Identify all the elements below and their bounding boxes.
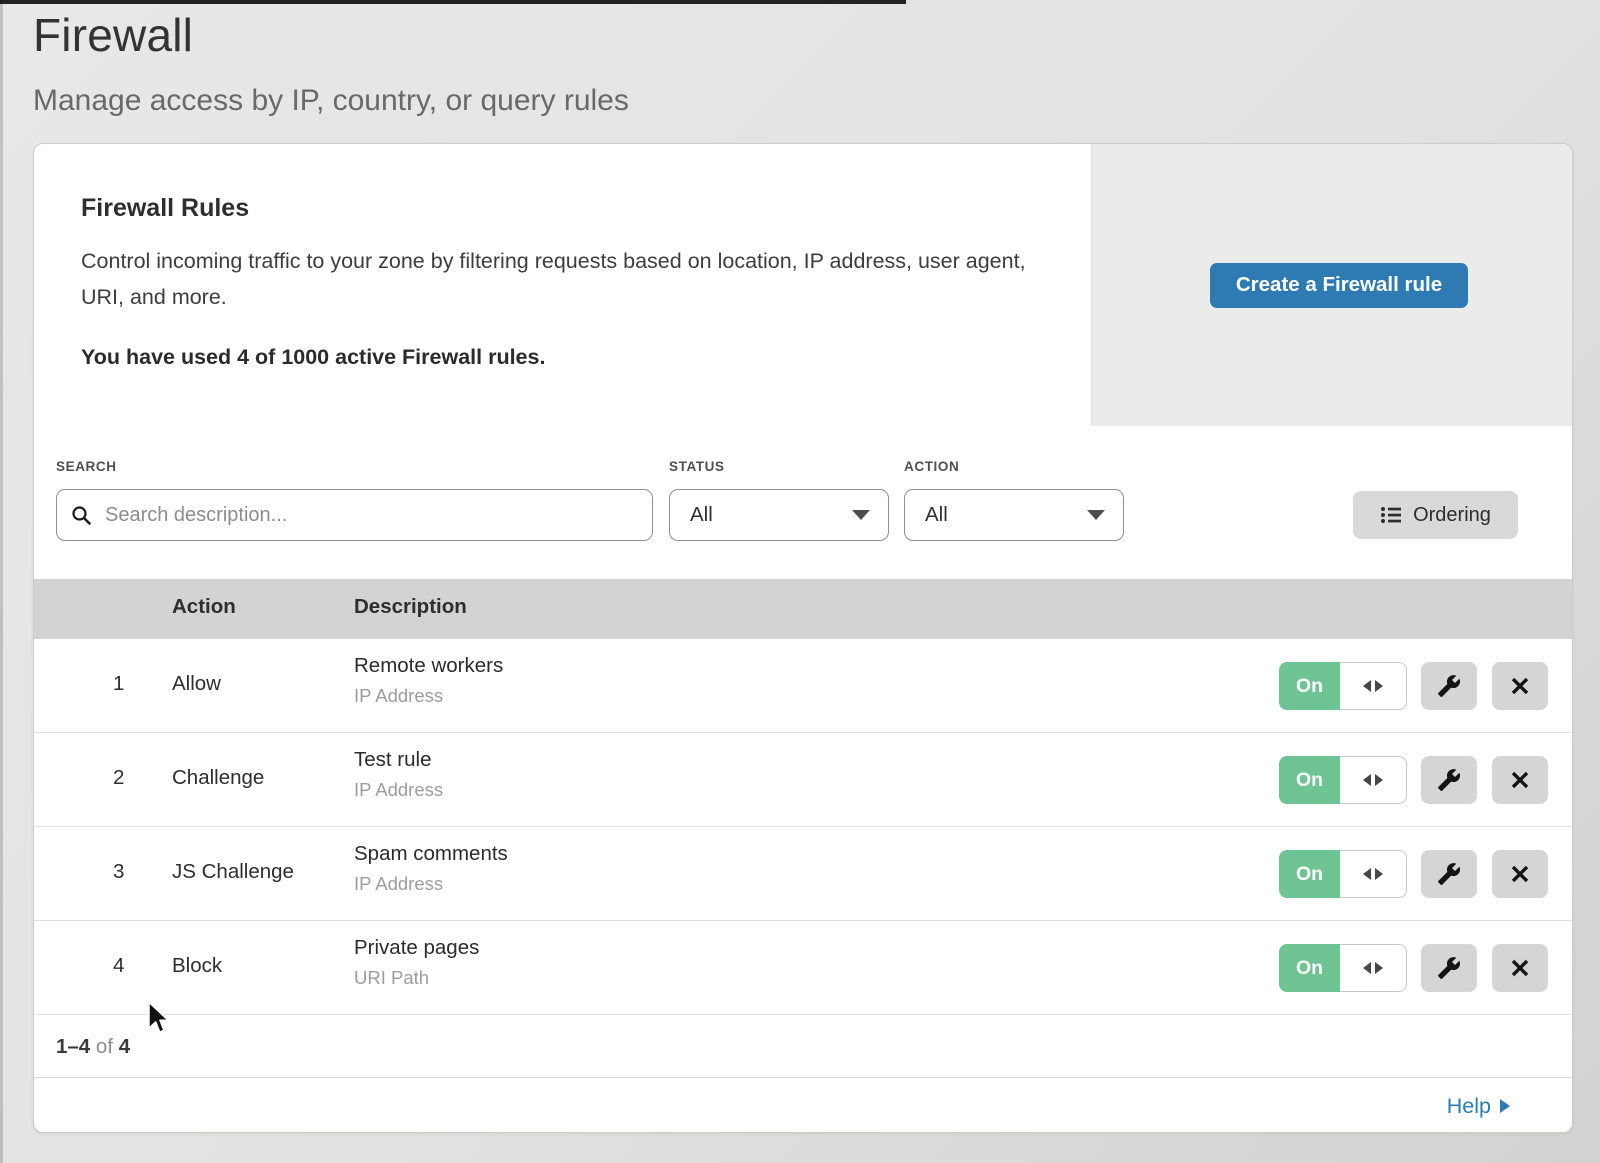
search-label: SEARCH bbox=[56, 459, 117, 474]
action-label: ACTION bbox=[904, 459, 959, 474]
edit-rule-button[interactable] bbox=[1421, 662, 1477, 710]
rule-description-cell: Spam comments IP Address bbox=[354, 842, 508, 895]
rule-enabled-toggle[interactable]: On bbox=[1279, 662, 1407, 710]
rule-description: Remote workers bbox=[354, 654, 503, 678]
pagination-summary: 1–4 of 4 bbox=[56, 1035, 130, 1059]
arrow-right-icon bbox=[1500, 1099, 1510, 1113]
table-row: 3 JS Challenge Spam comments IP Address … bbox=[34, 827, 1572, 921]
rule-action: JS Challenge bbox=[172, 860, 294, 884]
toggle-on-state: On bbox=[1279, 662, 1340, 710]
page-title: Firewall bbox=[33, 8, 629, 62]
left-right-arrows-icon bbox=[1340, 944, 1407, 992]
rule-description: Test rule bbox=[354, 748, 443, 772]
rule-enabled-toggle[interactable]: On bbox=[1279, 756, 1407, 804]
column-header-description: Description bbox=[354, 595, 467, 619]
filters-bar: SEARCH STATUS All ACTION All bbox=[34, 426, 1572, 579]
rule-priority: 1 bbox=[113, 672, 124, 696]
toggle-on-state: On bbox=[1279, 756, 1340, 804]
rules-table-body: 1 Allow Remote workers IP Address On 2 C… bbox=[34, 639, 1572, 1015]
firewall-rules-card: Firewall Rules Control incoming traffic … bbox=[33, 143, 1573, 1133]
close-x-icon bbox=[1510, 770, 1530, 790]
pagination-bar: 1–4 of 4 bbox=[34, 1015, 1572, 1077]
delete-rule-button[interactable] bbox=[1492, 662, 1548, 710]
chevron-down-icon bbox=[852, 510, 870, 520]
page-subtitle: Manage access by IP, country, or query r… bbox=[33, 84, 629, 118]
status-select[interactable]: All bbox=[669, 489, 889, 541]
rule-match-field: IP Address bbox=[354, 873, 508, 895]
search-icon bbox=[71, 505, 92, 526]
rule-description-cell: Remote workers IP Address bbox=[354, 654, 503, 707]
rule-priority: 2 bbox=[113, 766, 124, 790]
rule-description-cell: Test rule IP Address bbox=[354, 748, 443, 801]
wrench-icon bbox=[1437, 674, 1461, 698]
wrench-icon bbox=[1437, 956, 1461, 980]
delete-rule-button[interactable] bbox=[1492, 756, 1548, 804]
left-right-arrows-icon bbox=[1340, 850, 1407, 898]
table-header: Action Description bbox=[34, 579, 1572, 639]
status-label: STATUS bbox=[669, 459, 725, 474]
rule-match-field: IP Address bbox=[354, 685, 503, 707]
rule-priority: 3 bbox=[113, 860, 124, 884]
rule-action: Challenge bbox=[172, 766, 264, 790]
close-x-icon bbox=[1510, 958, 1530, 978]
help-bar: Help bbox=[34, 1077, 1572, 1133]
table-row: 2 Challenge Test rule IP Address On bbox=[34, 733, 1572, 827]
screen-edge-artifact-left bbox=[0, 0, 3, 1163]
help-link[interactable]: Help bbox=[1447, 1094, 1510, 1119]
toggle-on-state: On bbox=[1279, 850, 1340, 898]
action-select[interactable]: All bbox=[904, 489, 1124, 541]
intro-text-panel: Firewall Rules Control incoming traffic … bbox=[34, 144, 1091, 426]
edit-rule-button[interactable] bbox=[1421, 850, 1477, 898]
ordering-button[interactable]: Ordering bbox=[1353, 491, 1518, 539]
column-header-action: Action bbox=[172, 595, 236, 619]
edit-rule-button[interactable] bbox=[1421, 756, 1477, 804]
rule-description: Spam comments bbox=[354, 842, 508, 866]
delete-rule-button[interactable] bbox=[1492, 944, 1548, 992]
delete-rule-button[interactable] bbox=[1492, 850, 1548, 898]
ordered-list-icon bbox=[1380, 505, 1402, 525]
close-x-icon bbox=[1510, 676, 1530, 696]
intro-section: Firewall Rules Control incoming traffic … bbox=[34, 144, 1572, 426]
card-description: Control incoming traffic to your zone by… bbox=[81, 243, 1031, 315]
toggle-on-state: On bbox=[1279, 944, 1340, 992]
search-box bbox=[56, 489, 653, 541]
status-selected-value: All bbox=[690, 503, 713, 527]
wrench-icon bbox=[1437, 768, 1461, 792]
table-row: 1 Allow Remote workers IP Address On bbox=[34, 639, 1572, 733]
chevron-down-icon bbox=[1087, 510, 1105, 520]
action-selected-value: All bbox=[925, 503, 948, 527]
rule-match-field: IP Address bbox=[354, 779, 443, 801]
search-input[interactable] bbox=[103, 503, 638, 528]
wrench-icon bbox=[1437, 862, 1461, 886]
rule-action: Allow bbox=[172, 672, 221, 696]
page-header: Firewall Manage access by IP, country, o… bbox=[33, 0, 629, 118]
rules-usage-summary: You have used 4 of 1000 active Firewall … bbox=[81, 345, 1031, 370]
help-link-label: Help bbox=[1447, 1094, 1491, 1119]
close-x-icon bbox=[1510, 864, 1530, 884]
rule-priority: 4 bbox=[113, 954, 124, 978]
rule-match-field: URI Path bbox=[354, 967, 479, 989]
rule-enabled-toggle[interactable]: On bbox=[1279, 944, 1407, 992]
create-firewall-rule-button[interactable]: Create a Firewall rule bbox=[1210, 263, 1468, 308]
edit-rule-button[interactable] bbox=[1421, 944, 1477, 992]
left-right-arrows-icon bbox=[1340, 756, 1407, 804]
rule-action: Block bbox=[172, 954, 222, 978]
rule-description: Private pages bbox=[354, 936, 479, 960]
rule-description-cell: Private pages URI Path bbox=[354, 936, 479, 989]
rule-enabled-toggle[interactable]: On bbox=[1279, 850, 1407, 898]
ordering-button-label: Ordering bbox=[1413, 504, 1491, 527]
table-row: 4 Block Private pages URI Path On bbox=[34, 921, 1572, 1015]
card-heading: Firewall Rules bbox=[81, 194, 1031, 223]
left-right-arrows-icon bbox=[1340, 662, 1407, 710]
create-rule-panel: Create a Firewall rule bbox=[1091, 144, 1572, 426]
